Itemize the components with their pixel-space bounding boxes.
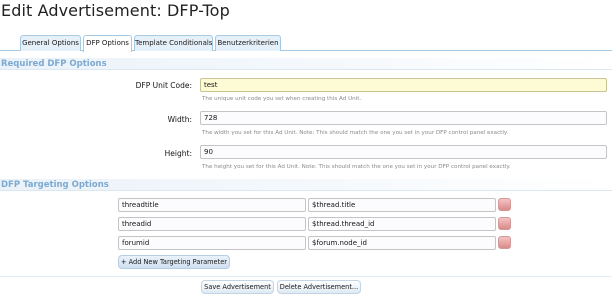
targeting-key-input[interactable]: forumid [118, 236, 306, 250]
height-field[interactable]: 90 [200, 145, 607, 159]
form-divider [0, 276, 612, 277]
required-dfp-options-header: Required DFP Options [0, 58, 612, 70]
targeting-key-input[interactable]: threadtitle [118, 198, 306, 212]
width-field[interactable]: 728 [200, 111, 607, 125]
tab-dfp-options[interactable]: DFP Options [83, 35, 132, 52]
tab-bar: General Options DFP Options Template Con… [0, 35, 612, 52]
tab-template-conditionals[interactable]: Template Conditionals [134, 35, 213, 51]
targeting-key-input[interactable]: threadid [118, 217, 306, 231]
add-targeting-parameter-button[interactable]: + Add New Targeting Parameter [118, 255, 230, 269]
delete-advertisement-button[interactable]: Delete Advertisement... [277, 280, 361, 294]
unit-code-label: DFP Unit Code: [135, 81, 192, 90]
unit-code-field[interactable]: test [200, 78, 607, 92]
targeting-value-input[interactable]: $thread.thread_id [308, 217, 496, 231]
width-label: Width: [167, 115, 192, 124]
height-hint: The height you set for this Ad Unit. Not… [202, 164, 511, 170]
save-advertisement-button[interactable]: Save Advertisement [201, 280, 274, 294]
tab-general-options[interactable]: General Options [20, 35, 81, 51]
targeting-value-input[interactable]: $thread.title [308, 198, 496, 212]
height-label: Height: [164, 149, 192, 158]
dfp-targeting-options-header: DFP Targeting Options [0, 179, 612, 191]
page-title: Edit Advertisement: DFP-Top [1, 1, 230, 20]
delete-row-button[interactable] [498, 236, 511, 249]
delete-row-button[interactable] [498, 198, 511, 211]
unit-code-hint: The unique unit code you set when creati… [202, 96, 362, 102]
tab-benutzerkriterien[interactable]: Benutzerkriterien [215, 35, 281, 51]
width-hint: The width you set for this Ad Unit. Note… [202, 130, 509, 136]
targeting-value-input[interactable]: $forum.node_id [308, 236, 496, 250]
delete-row-button[interactable] [498, 217, 511, 230]
